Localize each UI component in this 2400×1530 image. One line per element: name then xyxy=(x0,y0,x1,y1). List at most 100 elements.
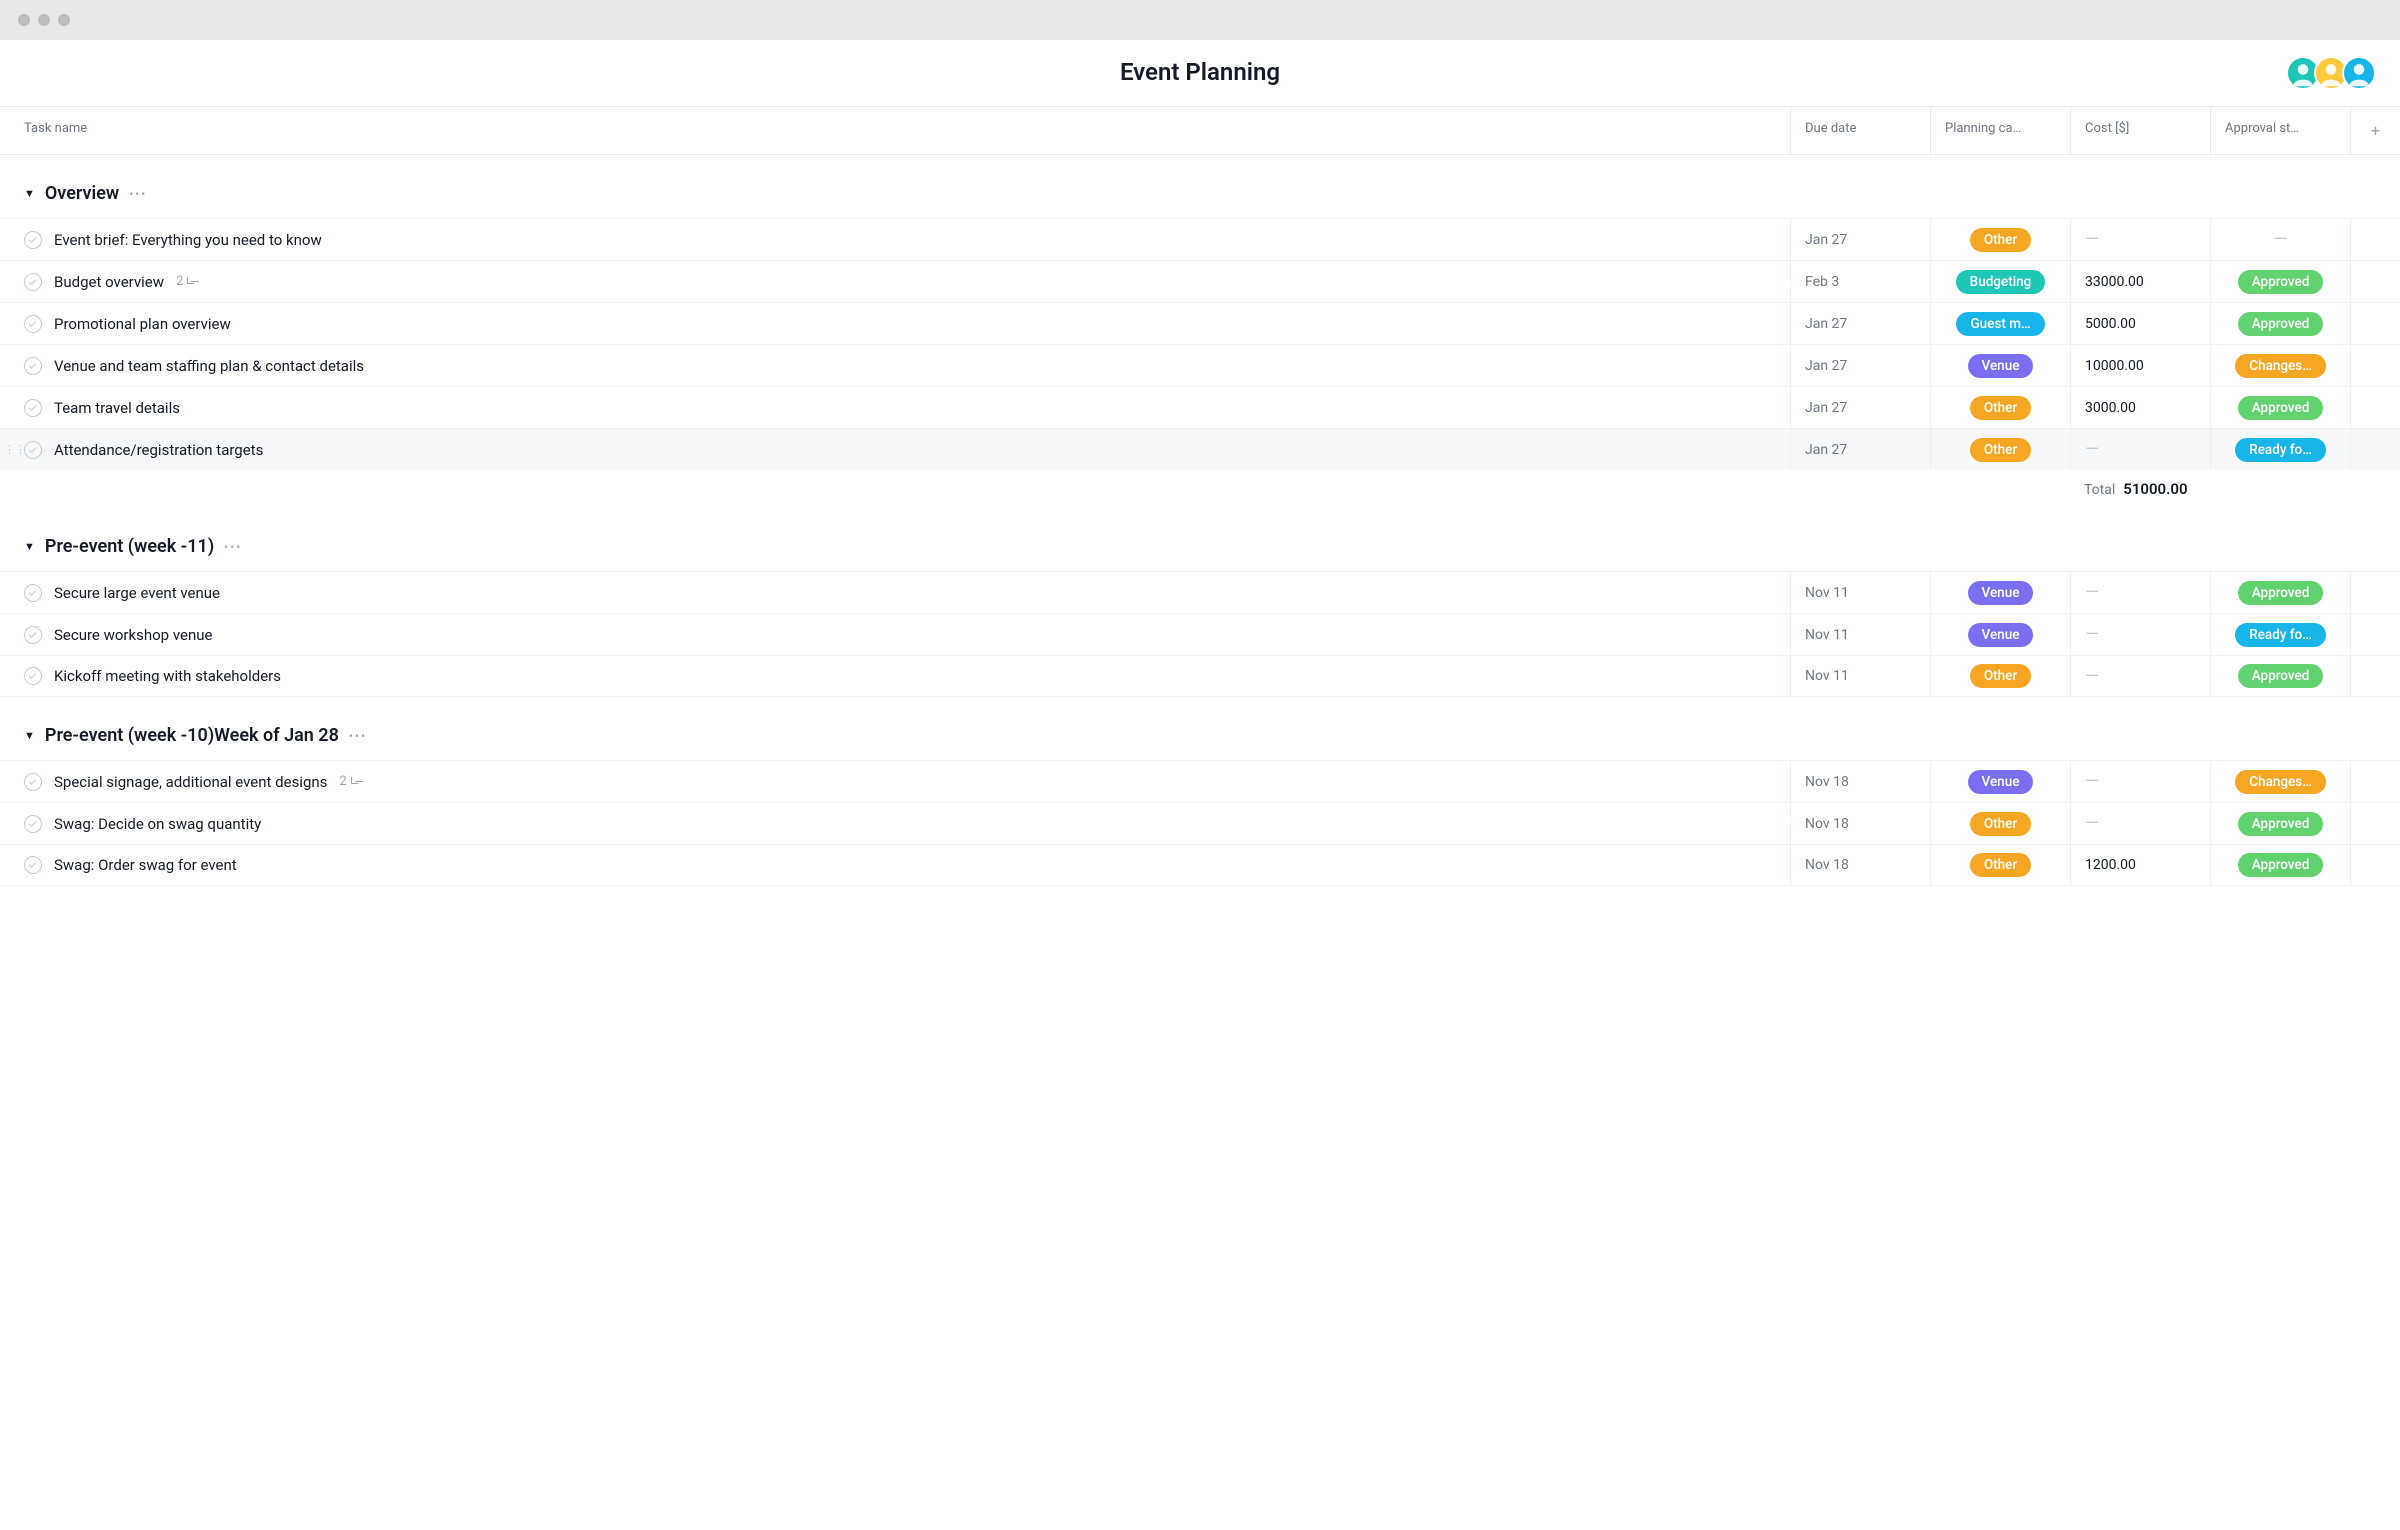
column-header-approval[interactable]: Approval st… xyxy=(2210,107,2350,154)
complete-checkbox[interactable] xyxy=(24,315,42,333)
task-cell-name[interactable]: ⋮⋮Event brief: Everything you need to kn… xyxy=(0,219,1790,260)
task-cell-approval[interactable]: Ready fo… xyxy=(2210,429,2350,470)
complete-checkbox[interactable] xyxy=(24,626,42,644)
task-cell-due[interactable]: Nov 18 xyxy=(1790,803,1930,844)
task-cell-approval[interactable]: Approved xyxy=(2210,261,2350,302)
task-cell-category[interactable]: Other xyxy=(1930,387,2070,428)
task-cell-approval[interactable]: Ready fo… xyxy=(2210,614,2350,655)
column-header-task[interactable]: Task name xyxy=(0,107,1790,154)
more-icon[interactable]: ••• xyxy=(349,729,367,743)
task-row[interactable]: ⋮⋮Attendance/registration targetsJan 27O… xyxy=(0,428,2400,470)
task-cell-due[interactable]: Jan 27 xyxy=(1790,387,1930,428)
add-column-button[interactable]: + xyxy=(2350,107,2400,154)
task-cell-cost[interactable]: — xyxy=(2070,429,2210,470)
task-cell-due[interactable]: Nov 18 xyxy=(1790,845,1930,885)
task-row[interactable]: ⋮⋮Secure workshop venueNov 11Venue—Ready… xyxy=(0,613,2400,655)
task-cell-category[interactable]: Other xyxy=(1930,219,2070,260)
chrome-close-dot[interactable] xyxy=(18,14,30,26)
subtask-count[interactable]: 2 xyxy=(339,774,364,789)
chrome-max-dot[interactable] xyxy=(58,14,70,26)
task-cell-name[interactable]: ⋮⋮Secure large event venue xyxy=(0,572,1790,613)
task-cell-approval[interactable]: — xyxy=(2210,219,2350,260)
task-cell-category[interactable]: Guest m… xyxy=(1930,303,2070,344)
task-cell-approval[interactable]: Changes… xyxy=(2210,761,2350,802)
task-cell-name[interactable]: ⋮⋮Swag: Order swag for event xyxy=(0,845,1790,885)
subtask-count[interactable]: 2 xyxy=(176,274,201,289)
task-row[interactable]: ⋮⋮Swag: Decide on swag quantityNov 18Oth… xyxy=(0,802,2400,844)
task-cell-category[interactable]: Other xyxy=(1930,656,2070,696)
task-cell-cost[interactable]: 33000.00 xyxy=(2070,261,2210,302)
task-cell-name[interactable]: ⋮⋮Promotional plan overview xyxy=(0,303,1790,344)
task-cell-name[interactable]: ⋮⋮Budget overview2 xyxy=(0,261,1790,302)
task-cell-category[interactable]: Venue xyxy=(1930,761,2070,802)
task-cell-name[interactable]: ⋮⋮Attendance/registration targets xyxy=(0,429,1790,470)
task-cell-cost[interactable]: — xyxy=(2070,572,2210,613)
task-cell-cost[interactable]: 1200.00 xyxy=(2070,845,2210,885)
task-cell-name[interactable]: ⋮⋮Team travel details xyxy=(0,387,1790,428)
task-cell-category[interactable]: Venue xyxy=(1930,345,2070,386)
task-cell-cost[interactable]: — xyxy=(2070,761,2210,802)
task-cell-cost[interactable]: — xyxy=(2070,656,2210,696)
task-cell-approval[interactable]: Approved xyxy=(2210,303,2350,344)
task-cell-name[interactable]: ⋮⋮Kickoff meeting with stakeholders xyxy=(0,656,1790,696)
task-cell-approval[interactable]: Approved xyxy=(2210,845,2350,885)
complete-checkbox[interactable] xyxy=(24,667,42,685)
task-cell-category[interactable]: Venue xyxy=(1930,614,2070,655)
column-header-due[interactable]: Due date xyxy=(1790,107,1930,154)
task-row[interactable]: ⋮⋮Promotional plan overviewJan 27Guest m… xyxy=(0,302,2400,344)
section-header[interactable]: ▼Pre-event (week -11)••• xyxy=(0,526,2400,571)
task-cell-cost[interactable]: — xyxy=(2070,803,2210,844)
task-row[interactable]: ⋮⋮Kickoff meeting with stakeholdersNov 1… xyxy=(0,655,2400,697)
task-cell-name[interactable]: ⋮⋮Secure workshop venue xyxy=(0,614,1790,655)
task-row[interactable]: ⋮⋮Swag: Order swag for eventNov 18Other1… xyxy=(0,844,2400,886)
complete-checkbox[interactable] xyxy=(24,815,42,833)
task-cell-due[interactable]: Nov 18 xyxy=(1790,761,1930,802)
task-cell-name[interactable]: ⋮⋮Venue and team staffing plan & contact… xyxy=(0,345,1790,386)
task-row[interactable]: ⋮⋮Team travel detailsJan 27Other3000.00A… xyxy=(0,386,2400,428)
task-cell-name[interactable]: ⋮⋮Swag: Decide on swag quantity xyxy=(0,803,1790,844)
complete-checkbox[interactable] xyxy=(24,856,42,874)
task-cell-due[interactable]: Jan 27 xyxy=(1790,345,1930,386)
complete-checkbox[interactable] xyxy=(24,773,42,791)
task-cell-category[interactable]: Other xyxy=(1930,803,2070,844)
task-cell-due[interactable]: Feb 3 xyxy=(1790,261,1930,302)
more-icon[interactable]: ••• xyxy=(224,540,242,554)
task-row[interactable]: ⋮⋮Budget overview2Feb 3Budgeting33000.00… xyxy=(0,260,2400,302)
task-cell-cost[interactable]: 5000.00 xyxy=(2070,303,2210,344)
task-cell-approval[interactable]: Approved xyxy=(2210,656,2350,696)
complete-checkbox[interactable] xyxy=(24,399,42,417)
task-cell-category[interactable]: Budgeting xyxy=(1930,261,2070,302)
avatar[interactable] xyxy=(2342,56,2376,90)
task-row[interactable]: ⋮⋮Secure large event venueNov 11Venue—Ap… xyxy=(0,571,2400,613)
complete-checkbox[interactable] xyxy=(24,441,42,459)
task-cell-approval[interactable]: Approved xyxy=(2210,803,2350,844)
task-cell-cost[interactable]: — xyxy=(2070,614,2210,655)
task-cell-name[interactable]: ⋮⋮Special signage, additional event desi… xyxy=(0,761,1790,802)
complete-checkbox[interactable] xyxy=(24,273,42,291)
more-icon[interactable]: ••• xyxy=(129,187,147,201)
task-row[interactable]: ⋮⋮Venue and team staffing plan & contact… xyxy=(0,344,2400,386)
task-cell-cost[interactable]: — xyxy=(2070,219,2210,260)
task-row[interactable]: ⋮⋮Special signage, additional event desi… xyxy=(0,760,2400,802)
task-cell-approval[interactable]: Approved xyxy=(2210,387,2350,428)
task-cell-approval[interactable]: Changes… xyxy=(2210,345,2350,386)
task-cell-due[interactable]: Nov 11 xyxy=(1790,656,1930,696)
column-header-cost[interactable]: Cost [$] xyxy=(2070,107,2210,154)
task-cell-due[interactable]: Jan 27 xyxy=(1790,219,1930,260)
task-cell-approval[interactable]: Approved xyxy=(2210,572,2350,613)
task-cell-cost[interactable]: 3000.00 xyxy=(2070,387,2210,428)
task-cell-cost[interactable]: 10000.00 xyxy=(2070,345,2210,386)
avatars[interactable] xyxy=(2292,56,2376,90)
task-cell-category[interactable]: Other xyxy=(1930,845,2070,885)
section-header[interactable]: ▼Overview••• xyxy=(0,173,2400,218)
complete-checkbox[interactable] xyxy=(24,584,42,602)
column-header-category[interactable]: Planning ca… xyxy=(1930,107,2070,154)
complete-checkbox[interactable] xyxy=(24,231,42,249)
complete-checkbox[interactable] xyxy=(24,357,42,375)
task-cell-due[interactable]: Jan 27 xyxy=(1790,303,1930,344)
task-cell-due[interactable]: Nov 11 xyxy=(1790,614,1930,655)
task-cell-due[interactable]: Nov 11 xyxy=(1790,572,1930,613)
task-cell-due[interactable]: Jan 27 xyxy=(1790,429,1930,470)
drag-handle-icon[interactable]: ⋮⋮ xyxy=(4,443,26,456)
task-cell-category[interactable]: Venue xyxy=(1930,572,2070,613)
